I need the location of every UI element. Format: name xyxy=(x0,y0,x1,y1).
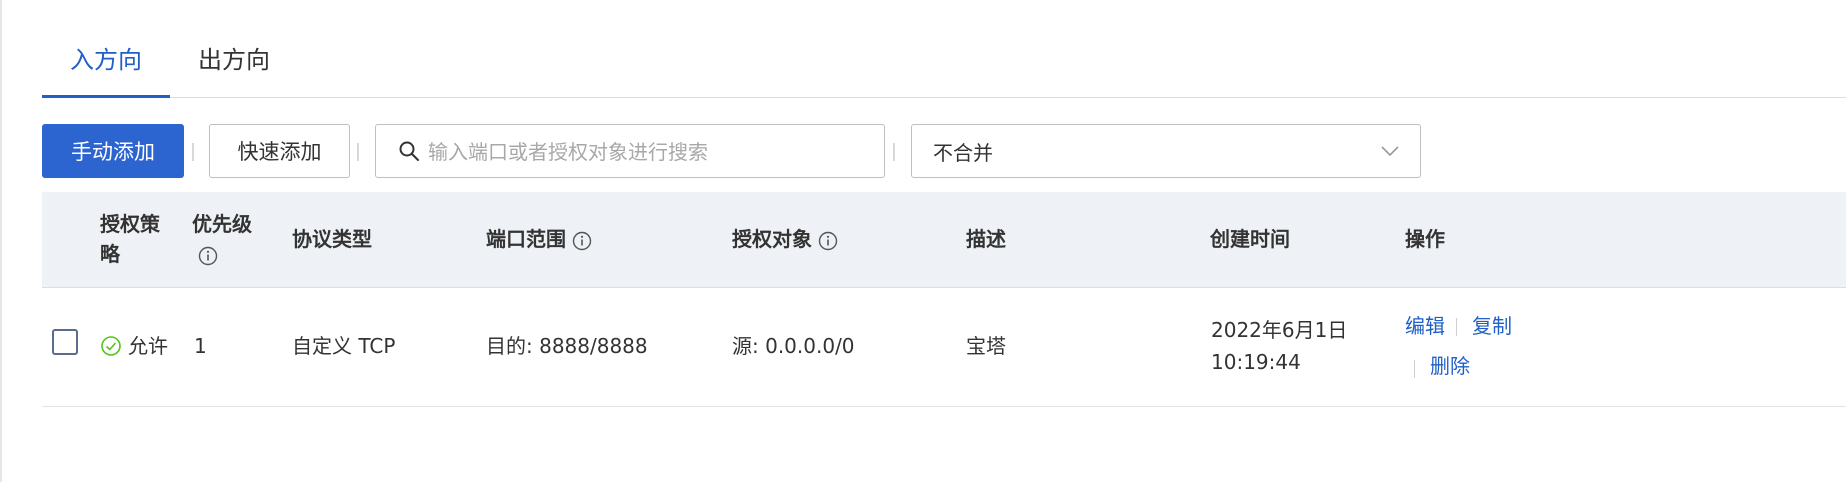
column-header-priority-label: 优先级 xyxy=(192,212,252,236)
toolbar-separator xyxy=(192,143,194,161)
auth-object-cell: 源: 0.0.0.0/0 xyxy=(732,334,855,358)
policy-cell: 允许 xyxy=(100,330,168,362)
info-icon[interactable] xyxy=(818,231,838,251)
edit-link[interactable]: 编辑 xyxy=(1405,310,1445,342)
action-separator xyxy=(1414,360,1415,378)
manual-add-button[interactable]: 手动添加 xyxy=(42,124,184,178)
merge-select-value: 不合并 xyxy=(933,141,993,165)
created-time-cell: 2022年6月1日 10:19:44 xyxy=(1211,314,1347,378)
action-separator xyxy=(1456,318,1457,336)
info-icon[interactable] xyxy=(572,231,592,251)
tab-inbound[interactable]: 入方向 xyxy=(70,40,142,80)
search-input[interactable] xyxy=(426,125,870,179)
column-header-auth-object: 授权对象 xyxy=(732,224,838,254)
toolbar-separator xyxy=(893,143,895,161)
column-header-created-time: 创建时间 xyxy=(1210,227,1290,251)
column-header-auth-object-label: 授权对象 xyxy=(732,227,812,251)
row-checkbox[interactable] xyxy=(52,329,78,355)
search-icon xyxy=(399,141,419,161)
column-header-port-range-label: 端口范围 xyxy=(486,227,566,251)
left-border xyxy=(0,0,2,482)
search-box xyxy=(375,124,885,179)
check-circle-icon xyxy=(101,336,121,356)
chevron-down-icon xyxy=(1381,146,1399,157)
protocol-cell: 自定义 TCP xyxy=(292,334,396,358)
delete-link[interactable]: 删除 xyxy=(1430,350,1470,382)
created-clock: 10:19:44 xyxy=(1211,350,1301,374)
active-tab-indicator xyxy=(42,95,170,98)
merge-select[interactable]: 不合并 xyxy=(911,124,1421,178)
column-header-actions: 操作 xyxy=(1405,227,1445,251)
column-header-port-range: 端口范围 xyxy=(486,224,592,254)
table-header: 授权策略 优先级 协议类型 端口范围 授权对象 描述 创建时间 操作 xyxy=(42,192,1846,288)
created-date: 2022年6月1日 xyxy=(1211,318,1348,342)
column-header-description: 描述 xyxy=(966,227,1006,251)
description-cell: 宝塔 xyxy=(966,334,1006,358)
toolbar-separator xyxy=(357,143,359,161)
info-icon[interactable] xyxy=(198,246,218,266)
table-row: 允许 1 自定义 TCP 目的: 8888/8888 源: 0.0.0.0/0 … xyxy=(42,288,1846,407)
column-header-protocol: 协议类型 xyxy=(292,227,372,251)
column-header-policy: 授权策略 xyxy=(100,212,160,266)
port-range-cell: 目的: 8888/8888 xyxy=(486,334,648,358)
tab-outbound[interactable]: 出方向 xyxy=(198,40,270,80)
copy-link[interactable]: 复制 xyxy=(1472,310,1512,342)
column-header-priority: 优先级 xyxy=(192,209,252,269)
direction-tabs: 入方向 出方向 xyxy=(42,0,1846,98)
quick-add-button[interactable]: 快速添加 xyxy=(209,124,350,178)
priority-cell: 1 xyxy=(194,334,207,358)
policy-label: 允许 xyxy=(128,334,168,358)
